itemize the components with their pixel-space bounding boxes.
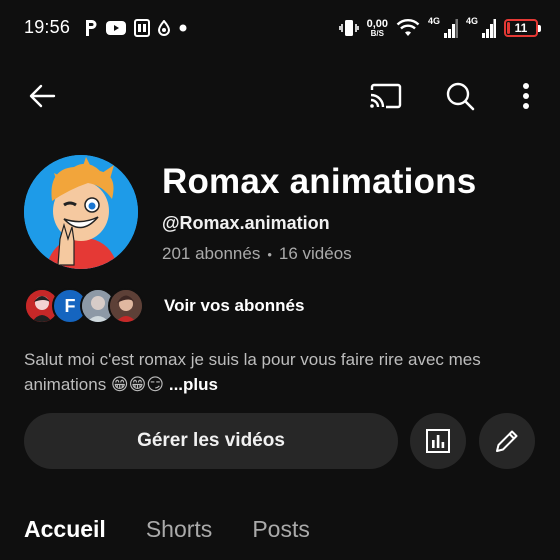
manage-videos-button[interactable]: Gérer les vidéos <box>24 413 398 469</box>
search-button[interactable] <box>440 76 480 116</box>
subscribers-preview[interactable]: F Voir vos abonnés <box>24 287 304 325</box>
app-bar <box>0 64 560 124</box>
drop-icon <box>158 20 170 36</box>
analytics-icon <box>426 429 450 453</box>
channel-name: Romax animations <box>162 162 477 201</box>
analytics-button[interactable] <box>410 413 466 469</box>
dot-icon <box>178 23 188 33</box>
search-icon <box>446 82 475 111</box>
battery-fill <box>507 22 511 34</box>
status-bar: 19:56 0,00 B/S 4G 4G 11 <box>0 0 560 56</box>
subscriber-avatar <box>108 288 144 324</box>
tab-posts[interactable]: Posts <box>252 516 310 543</box>
tab-accueil[interactable]: Accueil <box>24 516 106 543</box>
cast-icon <box>370 83 402 109</box>
youtube-icon <box>106 20 126 36</box>
channel-stats: 201 abonnés • 16 vidéos <box>162 244 352 264</box>
cast-button[interactable] <box>365 76 405 116</box>
network-speed: 0,00 B/S <box>366 17 388 38</box>
edit-channel-button[interactable] <box>479 413 535 469</box>
status-system-icons: 0,00 B/S 4G 4G 11 <box>338 14 541 42</box>
signal-strength-1: 4G <box>428 16 458 40</box>
battery-indicator: 11 <box>504 19 541 37</box>
status-time: 19:56 <box>24 17 71 37</box>
cartoon-avatar-image <box>24 155 138 269</box>
tab-shorts[interactable]: Shorts <box>146 516 212 543</box>
pdf-icon <box>134 19 150 37</box>
status-notification-icons <box>84 17 188 39</box>
wifi-icon <box>396 18 420 38</box>
signal-strength-2: 4G <box>466 16 496 40</box>
view-subscribers-link[interactable]: Voir vos abonnés <box>164 296 304 316</box>
channel-description[interactable]: Salut moi c'est romax je suis la pour vo… <box>24 347 536 397</box>
channel-tabs: Accueil Shorts Posts <box>24 516 350 543</box>
description-more-link[interactable]: ...plus <box>169 375 218 394</box>
channel-handle: @Romax.animation <box>162 213 330 233</box>
subscriber-count: 201 abonnés <box>162 244 261 263</box>
vibrate-icon <box>338 18 359 38</box>
back-button[interactable] <box>22 76 62 116</box>
pencil-icon <box>496 430 518 452</box>
channel-avatar[interactable] <box>24 155 138 269</box>
stats-separator: • <box>267 246 272 262</box>
description-text: Salut moi c'est romax je suis la pour vo… <box>24 350 481 394</box>
parking-icon <box>84 19 98 37</box>
more-options-button[interactable] <box>506 76 546 116</box>
video-count: 16 vidéos <box>278 244 352 263</box>
back-arrow-icon <box>29 84 56 108</box>
more-vert-icon <box>523 83 529 109</box>
